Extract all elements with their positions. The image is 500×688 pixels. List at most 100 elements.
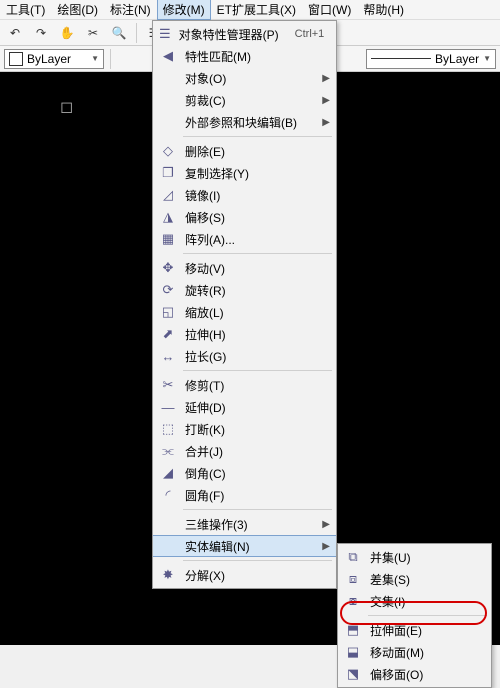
menu-item-label: 复制选择(Y) — [185, 165, 318, 182]
modify-menu-item-26[interactable]: 实体编辑(N) ▶ — [153, 535, 336, 557]
menu-item-label: 分解(X) — [185, 567, 318, 584]
solidedit-menu-item-5[interactable]: ⬓移动面(M) — [338, 641, 491, 663]
menu-separator — [183, 253, 332, 254]
match-icon: ◀ — [159, 47, 177, 65]
modify-menu-item-2[interactable]: 对象(O) ▶ — [153, 67, 336, 89]
modify-menu-item-4[interactable]: 外部参照和块编辑(B)▶ — [153, 111, 336, 133]
modify-menu: ☰对象特性管理器(P)Ctrl+1◀特性匹配(M)对象(O)▶剪裁(C)▶外部参… — [152, 20, 337, 589]
menu-item-label: 阵列(A)... — [185, 231, 318, 248]
menu-item-label: 旋转(R) — [185, 282, 318, 299]
chevron-down-icon: ▼ — [483, 54, 491, 63]
offset-icon: ◮ — [159, 208, 177, 226]
modify-menu-item-16[interactable]: ↔ 拉长(G) — [153, 345, 336, 367]
menu-item-label: 对象特性管理器(P) — [179, 26, 279, 43]
menu-item-label: 合并(J) — [185, 443, 318, 460]
solidedit-menu-item-0[interactable]: ⧉ 并集(U) — [338, 546, 491, 568]
menu-item-label: 剪裁(C) — [185, 92, 318, 109]
modify-menu-item-15[interactable]: ⬈ 拉伸(H) — [153, 323, 336, 345]
menubar: 工具(T) 绘图(D) 标注(N) 修改(M) ET扩展工具(X) 窗口(W) … — [0, 0, 500, 20]
menu-item-label: 交集(I) — [370, 593, 473, 610]
modify-menu-item-3[interactable]: 剪裁(C)▶ — [153, 89, 336, 111]
blank-icon — [159, 91, 177, 109]
submenu-arrow-icon: ▶ — [322, 541, 330, 552]
menu-tools[interactable]: 工具(T) — [0, 0, 51, 20]
menu-item-label: 偏移面(O) — [370, 666, 473, 683]
menu-window[interactable]: 窗口(W) — [302, 0, 357, 20]
zoom-button[interactable]: 🔍 — [108, 22, 130, 44]
move-icon: ✥ — [159, 259, 177, 277]
break-icon: ⬚ — [159, 420, 177, 438]
modify-menu-item-20[interactable]: ⬚打断(K) — [153, 418, 336, 440]
mirror-icon: ◿ — [159, 186, 177, 204]
modify-menu-item-21[interactable]: ⫘ 合并(J) — [153, 440, 336, 462]
solidedit-menu-item-6[interactable]: ⬔ 偏移面(O) — [338, 663, 491, 685]
modify-menu-item-18[interactable]: ✂修剪(T) — [153, 374, 336, 396]
modify-menu-item-28[interactable]: ✸分解(X) — [153, 564, 336, 586]
join-icon: ⫘ — [159, 442, 177, 460]
color-combo[interactable]: ByLayer ▼ — [4, 49, 104, 69]
modify-menu-item-0[interactable]: ☰ 对象特性管理器(P) Ctrl+1 — [153, 23, 336, 45]
modify-menu-item-12[interactable]: ✥ 移动(V) — [153, 257, 336, 279]
modify-menu-item-19[interactable]: —延伸(D) — [153, 396, 336, 418]
modify-menu-item-10[interactable]: ▦ 阵列(A)... — [153, 228, 336, 250]
array-icon: ▦ — [159, 230, 177, 248]
cut-button[interactable]: ✂ — [82, 22, 104, 44]
stretch-icon: ⬈ — [159, 325, 177, 343]
extrudeface-icon: ⬒ — [344, 621, 362, 639]
solidedit-menu-item-1[interactable]: ⧈差集(S) — [338, 568, 491, 590]
modify-menu-item-8[interactable]: ◿镜像(I) — [153, 184, 336, 206]
rotate-icon: ⟳ — [159, 281, 177, 299]
modify-menu-item-25[interactable]: 三维操作(3) ▶ — [153, 513, 336, 535]
moveface-icon: ⬓ — [344, 643, 362, 661]
blank-icon — [159, 515, 177, 533]
menu-item-label: 实体编辑(N) — [185, 538, 318, 555]
menu-dimension[interactable]: 标注(N) — [104, 0, 157, 20]
modify-menu-item-14[interactable]: ◱缩放(L) — [153, 301, 336, 323]
fillet-icon: ◜ — [159, 486, 177, 504]
blank-icon — [159, 537, 177, 555]
color-swatch — [9, 52, 23, 66]
menu-draw[interactable]: 绘图(D) — [51, 0, 104, 20]
blank-icon — [159, 113, 177, 131]
menu-item-label: 删除(E) — [185, 143, 318, 160]
submenu-arrow-icon: ▶ — [322, 519, 330, 530]
menu-item-label: 对象(O) — [185, 70, 318, 87]
modify-menu-item-9[interactable]: ◮偏移(S) — [153, 206, 336, 228]
submenu-arrow-icon: ▶ — [322, 73, 330, 84]
menu-item-label: 拉伸(H) — [185, 326, 318, 343]
pan-button[interactable]: ✋ — [56, 22, 78, 44]
intersect-icon: ⧇ — [344, 592, 362, 610]
menu-item-label: 拉长(G) — [185, 348, 318, 365]
modify-menu-item-6[interactable]: ◇ 删除(E) — [153, 140, 336, 162]
solid-edit-submenu: ⧉ 并集(U) ⧈差集(S) ⧇ 交集(I) ⬒ 拉伸面(E) ⬓移动面(M) ⬔ 偏移面(O) — [337, 543, 492, 688]
lengthen-icon: ↔ — [159, 347, 177, 365]
menu-item-label: 移动(V) — [185, 260, 318, 277]
redo-button[interactable]: ↷ — [30, 22, 52, 44]
menu-modify[interactable]: 修改(M) — [157, 0, 211, 20]
menu-item-label: 外部参照和块编辑(B) — [185, 114, 318, 131]
union-icon: ⧉ — [344, 548, 362, 566]
copy-icon: ❐ — [159, 164, 177, 182]
menu-et-tools[interactable]: ET扩展工具(X) — [211, 0, 302, 20]
linetype-combo[interactable]: ByLayer ▼ — [366, 49, 496, 69]
menu-item-shortcut: Ctrl+1 — [295, 28, 325, 40]
modify-menu-item-13[interactable]: ⟳ 旋转(R) — [153, 279, 336, 301]
menu-separator — [183, 560, 332, 561]
solidedit-menu-item-4[interactable]: ⬒ 拉伸面(E) — [338, 619, 491, 641]
undo-button[interactable]: ↶ — [4, 22, 26, 44]
menu-item-label: 修剪(T) — [185, 377, 318, 394]
menu-item-label: 三维操作(3) — [185, 516, 318, 533]
modify-menu-item-23[interactable]: ◜圆角(F) — [153, 484, 336, 506]
toolbar-separator — [110, 49, 111, 69]
props-icon: ☰ — [159, 25, 171, 43]
offsetface-icon: ⬔ — [344, 665, 362, 683]
modify-menu-item-7[interactable]: ❐ 复制选择(Y) — [153, 162, 336, 184]
solidedit-menu-item-2[interactable]: ⧇ 交集(I) — [338, 590, 491, 612]
menu-item-label: 拉伸面(E) — [370, 622, 473, 639]
modify-menu-item-1[interactable]: ◀特性匹配(M) — [153, 45, 336, 67]
modify-menu-item-22[interactable]: ◢倒角(C) — [153, 462, 336, 484]
menu-help[interactable]: 帮助(H) — [357, 0, 410, 20]
menu-item-label: 并集(U) — [370, 549, 473, 566]
erase-icon: ◇ — [159, 142, 177, 160]
menu-item-label: 缩放(L) — [185, 304, 318, 321]
